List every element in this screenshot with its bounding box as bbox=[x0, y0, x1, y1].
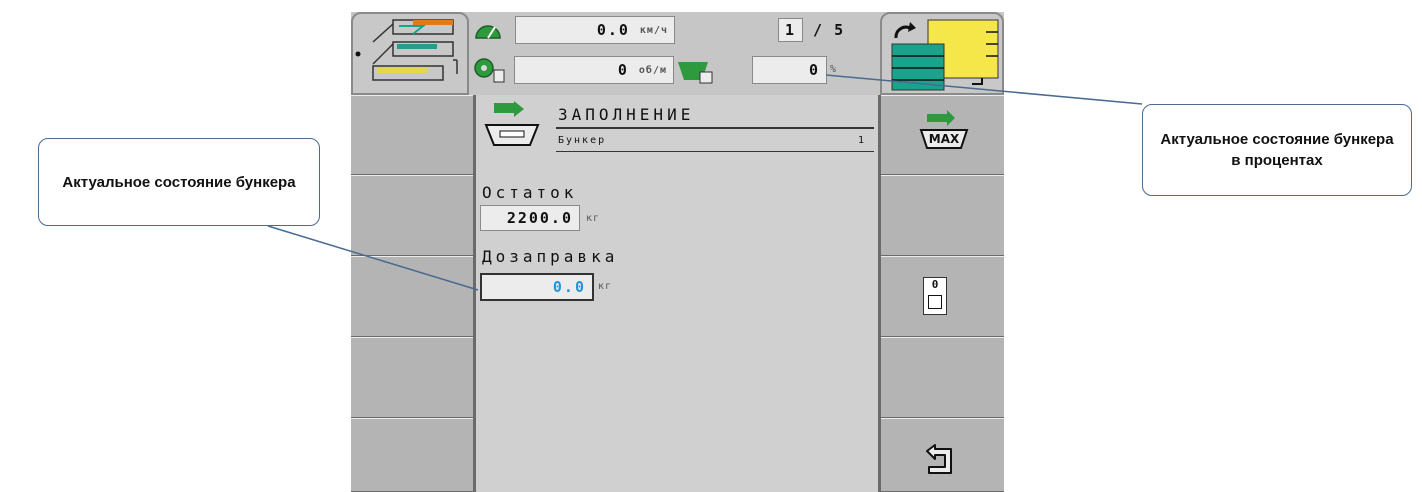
left-callout: Актуальное состояние бункера bbox=[38, 138, 320, 226]
callout-leaders bbox=[267, 74, 1143, 291]
left-callout-text: Актуальное состояние бункера bbox=[62, 173, 296, 191]
right-callout-leader bbox=[825, 74, 1143, 105]
right-callout: Актуальное состояние бункера в процентах bbox=[1142, 104, 1412, 196]
right-callout-text: Актуальное состояние бункера в процентах bbox=[1160, 131, 1394, 169]
left-callout-leader bbox=[267, 225, 479, 291]
